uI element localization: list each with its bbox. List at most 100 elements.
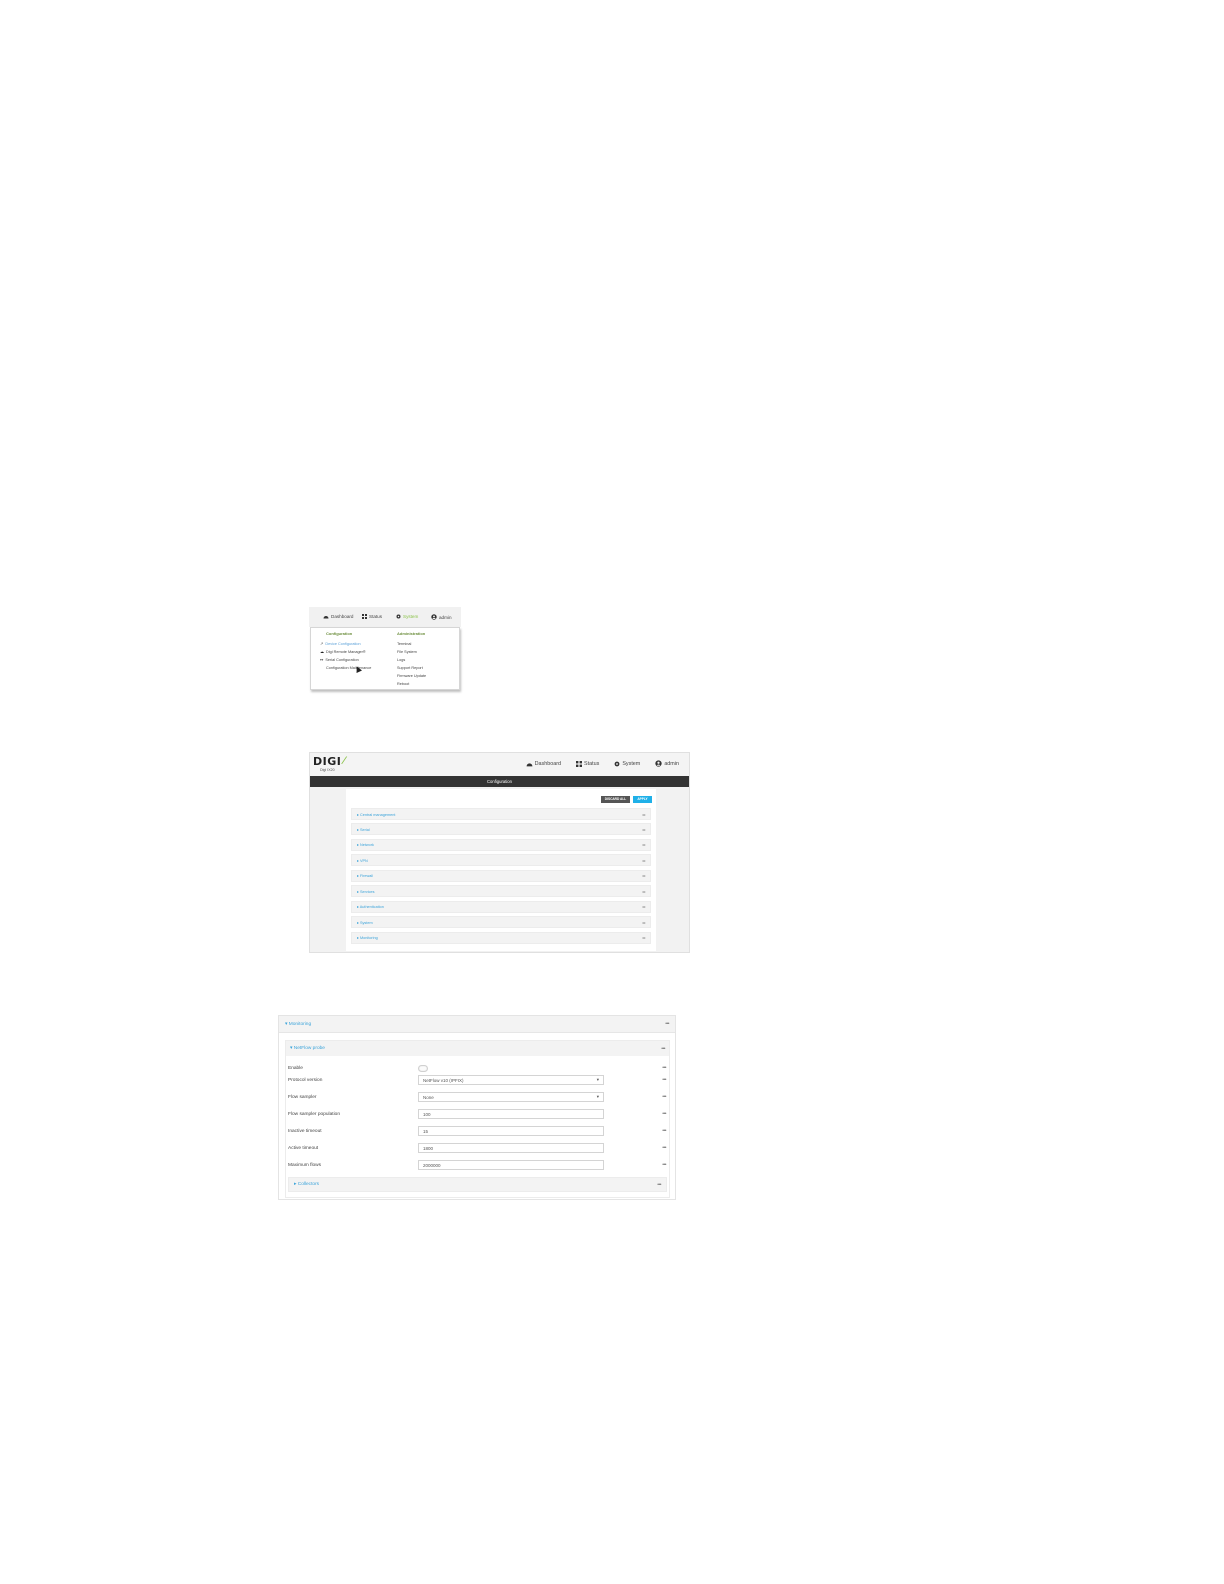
- more-icon[interactable]: •••: [642, 889, 645, 894]
- config-panel: DISCARD ALL APPLY ▸ Central management ••…: [346, 789, 656, 951]
- protocol-version-select[interactable]: NetFlow v10 (IPFIX) ▾: [418, 1075, 604, 1085]
- section-central-management[interactable]: ▸ Central management •••: [351, 808, 651, 820]
- menu-item-reboot[interactable]: Reboot: [397, 680, 426, 688]
- monitoring-section-header[interactable]: ▾ Monitoring •••: [279, 1016, 675, 1033]
- section-system[interactable]: ▸ System •••: [351, 916, 651, 929]
- field-label: Protocol version: [288, 1077, 323, 1083]
- maximum-flows-input[interactable]: 2000000: [418, 1160, 604, 1170]
- discard-all-button[interactable]: DISCARD ALL: [601, 796, 630, 803]
- section-serial[interactable]: ▸ Serial •••: [351, 823, 651, 836]
- nav-system[interactable]: System: [614, 760, 640, 767]
- more-icon[interactable]: •••: [662, 1111, 666, 1117]
- cloud-icon: ☁: [320, 649, 324, 654]
- apply-button[interactable]: APPLY: [633, 796, 652, 803]
- menu-item-support-report[interactable]: Support Report: [397, 664, 426, 672]
- menu-item-terminal[interactable]: Terminal: [397, 640, 426, 648]
- field-label: Flow sampler population: [288, 1111, 340, 1117]
- nav-system-label: System: [622, 760, 641, 767]
- netflow-probe-group: ▾ NetFlow probe ••• Enable ••• Protocol …: [285, 1040, 670, 1198]
- section-label: ▸ Monitoring: [357, 936, 378, 940]
- nav-dashboard[interactable]: Dashboard: [323, 614, 353, 619]
- input-value: 100: [423, 1111, 431, 1117]
- nav-admin-label: admin: [664, 760, 679, 767]
- more-icon[interactable]: •••: [661, 1046, 665, 1052]
- section-firewall[interactable]: ▸ Firewall •••: [351, 869, 651, 882]
- menu-item-configuration-maintenance[interactable]: Configuration Maintenance: [326, 664, 371, 672]
- user-icon: [655, 760, 662, 767]
- administration-column: Administration Terminal File System Logs…: [397, 631, 426, 688]
- flow-sampler-population-input[interactable]: 100: [418, 1109, 604, 1119]
- menu-item-label: Configuration Maintenance: [326, 666, 372, 670]
- more-icon[interactable]: •••: [642, 842, 645, 847]
- menu-item-file-system[interactable]: File System: [397, 648, 426, 656]
- menu-item-label: Reboot: [397, 682, 410, 686]
- gear-icon: [614, 761, 620, 766]
- config-sections: ▸ Central management ••• ▸ Serial ••• ▸ Ne…: [351, 808, 651, 947]
- section-label: ▸ VPN: [357, 858, 368, 863]
- nav-dashboard-label: Dashboard: [534, 760, 562, 767]
- more-icon[interactable]: •••: [642, 812, 645, 817]
- section-vpn[interactable]: ▸ VPN •••: [351, 854, 651, 867]
- enable-toggle[interactable]: [418, 1064, 428, 1072]
- more-icon[interactable]: •••: [662, 1145, 666, 1151]
- section-network[interactable]: ▸ Network •••: [351, 838, 651, 851]
- section-label: ▸ Firewall: [357, 874, 374, 879]
- more-icon[interactable]: •••: [642, 858, 645, 863]
- netflow-probe-screenshot: ▾ Monitoring ••• ▾ NetFlow probe ••• Ena…: [278, 1015, 676, 1200]
- menu-item-serial-configuration[interactable]: ↭ Serial Configuration: [320, 656, 371, 664]
- section-services[interactable]: ▸ Services •••: [351, 885, 651, 898]
- field-protocol-version: Protocol version NetFlow v10 (IPFIX) ▾ ••…: [288, 1074, 668, 1086]
- netflow-probe-label: ▾ NetFlow probe: [290, 1046, 325, 1051]
- menu-item-label: Logs: [397, 658, 406, 662]
- wrench-icon: ↗: [320, 641, 324, 646]
- active-timeout-input[interactable]: 1800: [418, 1143, 604, 1153]
- more-icon[interactable]: •••: [642, 920, 645, 925]
- collectors-header[interactable]: ▸ Collectors •••: [288, 1177, 667, 1192]
- netflow-probe-label-text: NetFlow probe: [293, 1046, 325, 1051]
- more-icon[interactable]: •••: [642, 935, 645, 940]
- user-icon: [431, 614, 437, 620]
- header-bar: DIGI / Digi IX20 Dashboard Status System …: [310, 753, 689, 776]
- menu-item-logs[interactable]: Logs: [397, 656, 426, 664]
- grid-icon: [576, 760, 583, 767]
- more-icon[interactable]: •••: [642, 904, 645, 909]
- section-monitoring[interactable]: ▸ Monitoring •••: [351, 931, 651, 944]
- nav-admin[interactable]: admin: [431, 614, 452, 620]
- configuration-header: Configuration: [326, 631, 353, 636]
- flow-sampler-select[interactable]: None ▾: [418, 1092, 604, 1102]
- page-title: Configuration: [310, 776, 689, 787]
- more-icon[interactable]: •••: [642, 873, 645, 878]
- more-icon[interactable]: •••: [665, 1021, 669, 1027]
- nav-status[interactable]: Status: [576, 760, 599, 767]
- section-authentication[interactable]: ▸ Authentication •••: [351, 900, 651, 913]
- netflow-probe-header[interactable]: ▾ NetFlow probe •••: [286, 1041, 669, 1056]
- nav-system[interactable]: System: [396, 614, 418, 619]
- menu-item-label: Support Report: [397, 666, 423, 670]
- section-label: ▸ Network: [357, 843, 374, 848]
- field-label: Flow sampler: [288, 1094, 317, 1100]
- menu-item-firmware-update[interactable]: Firmware Update: [397, 672, 426, 680]
- nav-status[interactable]: Status: [362, 614, 382, 619]
- menu-item-device-configuration[interactable]: ↗ Device Configuration: [320, 640, 371, 648]
- nav-admin[interactable]: admin: [655, 760, 679, 767]
- section-label: ▸ System: [357, 920, 373, 925]
- more-icon[interactable]: •••: [662, 1065, 666, 1071]
- more-icon[interactable]: •••: [657, 1182, 661, 1188]
- more-icon[interactable]: •••: [662, 1077, 666, 1083]
- menu-item-label: Firmware Update: [397, 674, 427, 678]
- caret-down-icon: ▾: [596, 1094, 599, 1099]
- more-icon[interactable]: •••: [642, 827, 645, 832]
- menu-item-digi-remote-manager[interactable]: ☁ Digi Remote Manager®: [320, 648, 371, 656]
- section-label: ▸ Services: [357, 889, 375, 894]
- field-flow-sampler: Flow sampler None ▾ •••: [288, 1091, 668, 1103]
- more-icon[interactable]: •••: [662, 1128, 666, 1134]
- section-label: ▸ Authentication: [357, 905, 384, 910]
- logo-subtitle: Digi IX20: [320, 768, 335, 772]
- nav-dashboard[interactable]: Dashboard: [526, 760, 561, 767]
- caret-down-icon: ▾: [596, 1077, 599, 1082]
- inactive-timeout-input[interactable]: 15: [418, 1126, 604, 1136]
- more-icon[interactable]: •••: [662, 1094, 666, 1100]
- menu-item-label: Serial Configuration: [325, 658, 359, 662]
- logo-chevron-icon: /: [340, 756, 349, 766]
- more-icon[interactable]: •••: [662, 1162, 666, 1168]
